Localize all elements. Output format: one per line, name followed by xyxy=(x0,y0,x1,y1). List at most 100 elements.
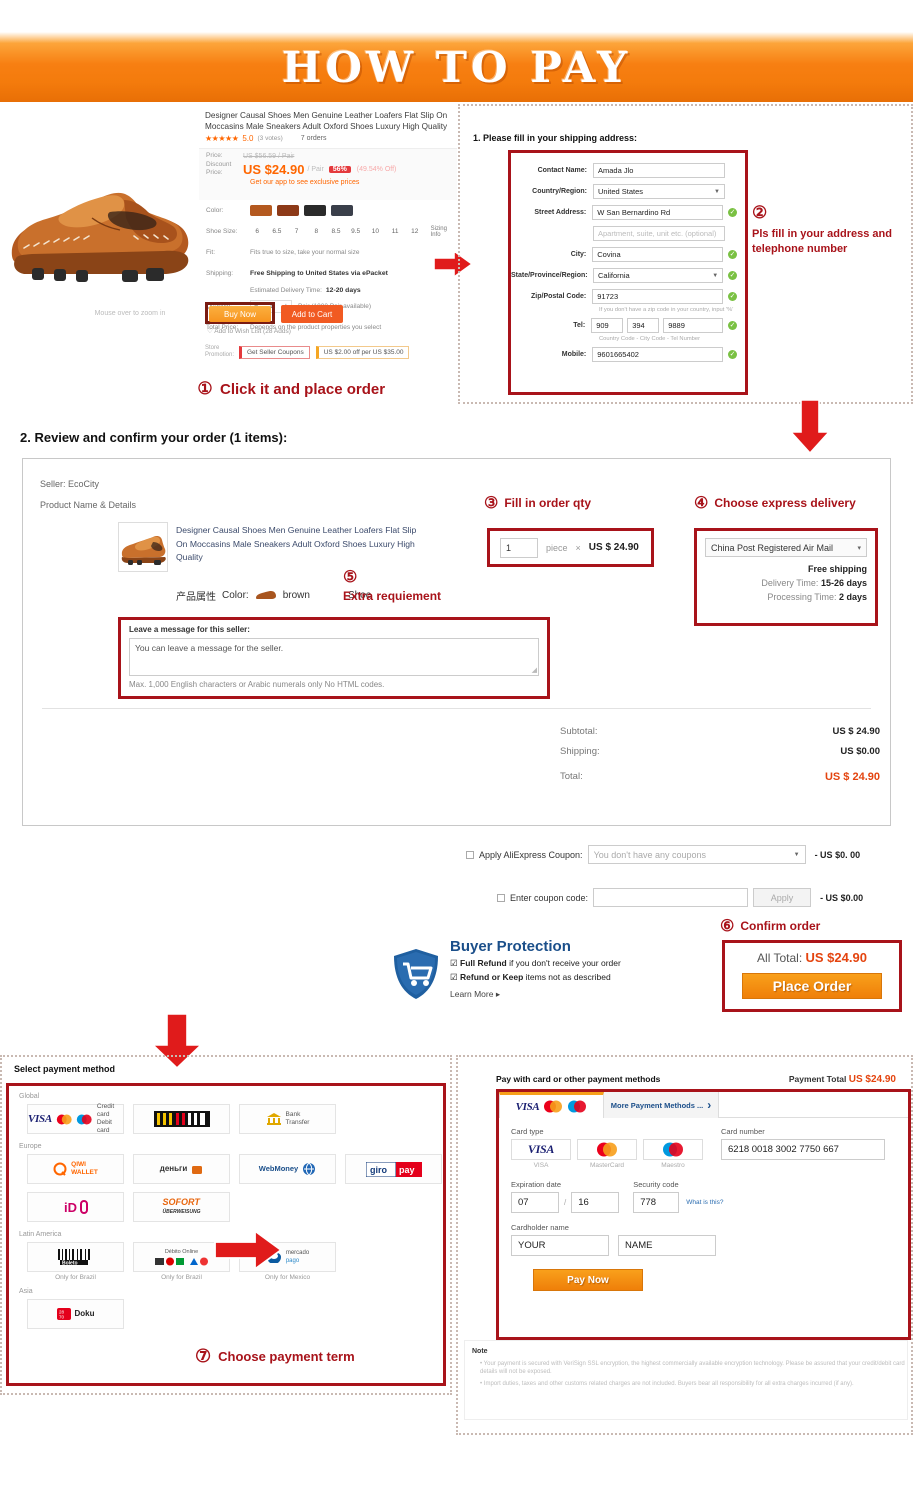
payment-tile-webmoney[interactable]: WebMoney xyxy=(239,1154,336,1184)
sizing-info-link[interactable]: Sizing Info xyxy=(431,226,457,238)
shipping-value[interactable]: Free Shipping to United States via ePack… xyxy=(250,270,388,277)
promo-discount-pill[interactable]: US $2.00 off per US $35.00 xyxy=(315,345,410,359)
cardholder-name-label: Cardholder name xyxy=(511,1223,569,1232)
page-title: HOW TO PAY xyxy=(281,42,632,92)
payment-tile-boleto[interactable]: Boleto xyxy=(27,1242,124,1272)
card-type-mastercard-label: MasterCard xyxy=(590,1162,624,1169)
apartment-input[interactable]: Apartment, suite, unit etc. (optional) xyxy=(593,226,725,241)
country-select[interactable]: United States ▼ xyxy=(593,184,725,199)
payment-tile-yandex-dengi[interactable]: деньги xyxy=(133,1154,230,1184)
valid-check-icon: ✓ xyxy=(728,208,737,217)
order-quantity-input[interactable]: 1 xyxy=(500,537,538,558)
size-option[interactable]: 6 xyxy=(247,228,267,235)
card-number-input[interactable]: 6218 0018 3002 7750 667 xyxy=(721,1139,885,1160)
rating-votes: (3 votes) xyxy=(257,134,283,142)
delivery-time-label: Delivery Time: xyxy=(761,578,819,588)
delivery-value: 12-20 days xyxy=(325,286,361,294)
place-order-button[interactable]: Place Order xyxy=(742,973,882,999)
learn-more-link[interactable]: Learn More ▸ xyxy=(450,989,702,1000)
coupon-select[interactable]: You don't have any coupons ▼ xyxy=(587,845,806,864)
select-payment-method-title: Select payment method xyxy=(14,1064,116,1074)
cardholder-last-name-input[interactable]: NAME xyxy=(618,1235,716,1256)
street-input[interactable]: W San Bernardino Rd xyxy=(592,205,724,220)
cardholder-first-name-input[interactable]: YOUR xyxy=(511,1235,609,1256)
size-option[interactable]: 8 xyxy=(306,228,326,235)
seller-message-group: Leave a message for this seller: You can… xyxy=(118,617,550,699)
card-type-mastercard[interactable] xyxy=(577,1139,637,1160)
mobile-label: Mobile: xyxy=(561,351,587,358)
payment-tile-credit-debit-card[interactable]: VISA Credit card Debit card xyxy=(27,1103,124,1134)
step-4-number: ④ xyxy=(694,495,709,512)
card-type-maestro[interactable] xyxy=(643,1139,703,1160)
size-option[interactable]: 9.5 xyxy=(346,228,366,235)
payment-tile-unionpay[interactable] xyxy=(133,1104,230,1134)
payment-tile-doku[interactable]: 28 70 Doku xyxy=(27,1299,124,1329)
coupon-code-label: Enter coupon code: xyxy=(510,892,589,903)
step-5-callout: ⑤ Extra requiement xyxy=(343,565,503,603)
coupon-select-value: You don't have any coupons xyxy=(593,849,707,860)
size-option[interactable]: 12 xyxy=(405,228,425,235)
full-refund-strong: Full Refund xyxy=(460,958,507,968)
address-heading: 1. Please fill in your shipping address: xyxy=(473,133,638,143)
security-code-input[interactable]: 778 xyxy=(633,1192,680,1213)
region-label-global: Global xyxy=(19,1093,40,1100)
size-option[interactable]: 6.5 xyxy=(267,228,287,235)
expiry-year-input[interactable]: 16 xyxy=(571,1192,620,1213)
city-input[interactable]: Covina xyxy=(592,247,724,262)
payment-total-value: US $24.90 xyxy=(848,1074,896,1085)
expiry-month-input[interactable]: 07 xyxy=(511,1192,559,1213)
resize-grip-icon[interactable]: ◢ xyxy=(532,666,537,674)
step-7-number: ⑦ xyxy=(195,1346,212,1366)
size-row: Shoe Size: 6 6.5 7 8 8.5 9.5 10 11 12 Si… xyxy=(199,221,457,242)
seller-coupons-button[interactable]: Get Seller Coupons xyxy=(239,345,310,359)
mobile-input[interactable]: 9601665402 xyxy=(592,347,724,362)
step-4-callout: ④ Choose express delivery xyxy=(694,493,856,513)
payment-tile-bank-transfer[interactable]: Bank Transfer xyxy=(239,1104,336,1134)
tel-country-input[interactable]: 909 xyxy=(591,318,624,333)
payment-tile-qiwi-wallet[interactable]: QIWI WALLET xyxy=(27,1154,124,1184)
zip-input[interactable]: 91723 xyxy=(592,289,724,304)
color-swatch-brown[interactable] xyxy=(250,205,272,216)
what-is-this-link[interactable]: What is this? xyxy=(686,1199,723,1206)
tel-number-input[interactable]: 9889 xyxy=(663,318,724,333)
payment-tile-giropay[interactable]: giro pay xyxy=(345,1154,442,1184)
state-select[interactable]: California ▼ xyxy=(593,268,724,283)
rating-value: 5.0 xyxy=(242,133,254,143)
size-option[interactable]: 8.5 xyxy=(326,228,346,235)
tab-more-payment-methods[interactable]: More Payment Methods ... › xyxy=(604,1092,719,1118)
visa-logo-icon: VISA xyxy=(527,1142,555,1156)
tel-city-input[interactable]: 394 xyxy=(627,318,660,333)
pay-now-button[interactable]: Pay Now xyxy=(533,1269,643,1291)
full-refund-rest: if you don't receive your order xyxy=(506,958,621,968)
total-row: Total: US $ 24.90 xyxy=(560,771,880,783)
step-3-callout: ③ Fill in order qty xyxy=(484,493,591,513)
street-row: Street Address: W San Bernardino Rd ✓ xyxy=(511,205,737,220)
shipping-method-select[interactable]: China Post Registered Air Mail ▾ xyxy=(705,538,867,557)
color-swatch-red[interactable] xyxy=(277,205,299,216)
apply-coupon-checkbox[interactable] xyxy=(466,850,474,859)
seller-message-textarea[interactable]: You can leave a message for the seller. … xyxy=(129,638,539,676)
buy-now-button[interactable]: Buy Now xyxy=(209,306,271,322)
color-swatch-darkblue[interactable] xyxy=(331,205,353,216)
payment-tile-sofort[interactable]: SOFORT ÜBERWEISUNG xyxy=(133,1192,230,1222)
payment-tile-ideal[interactable]: iD xyxy=(27,1192,124,1222)
credit-debit-card-label: Credit card Debit card xyxy=(96,1103,115,1134)
tab-cards[interactable]: VISA xyxy=(499,1092,604,1118)
coupon-code-checkbox[interactable] xyxy=(497,893,505,902)
app-exclusive-link[interactable]: Get our app to see exclusive prices xyxy=(199,179,457,186)
size-option[interactable]: 7 xyxy=(287,228,307,235)
size-option[interactable]: 10 xyxy=(366,228,386,235)
card-type-visa[interactable]: VISA xyxy=(511,1139,571,1160)
add-to-cart-button[interactable]: Add to Cart xyxy=(281,305,343,323)
zip-row: Zip/Postal Code: 91723 ✓ xyxy=(511,289,737,304)
coupon-apply-button[interactable]: Apply xyxy=(753,888,812,907)
color-swatch-black[interactable] xyxy=(304,205,326,216)
size-option[interactable]: 11 xyxy=(385,228,405,235)
coupon-code-input[interactable] xyxy=(593,888,749,907)
red-arrow-down-icon xyxy=(789,399,831,455)
step-5-number: ⑤ xyxy=(343,569,358,586)
contact-name-input[interactable]: Amada Jlo xyxy=(593,163,725,178)
payment-tiles-asia: 28 70 Doku xyxy=(9,1299,443,1329)
add-to-wishlist-link[interactable]: ♡ Add to Wish List (28 Adds) xyxy=(207,327,291,335)
store-promotion-row: Store Promotion: Get Seller Coupons US $… xyxy=(205,345,455,359)
